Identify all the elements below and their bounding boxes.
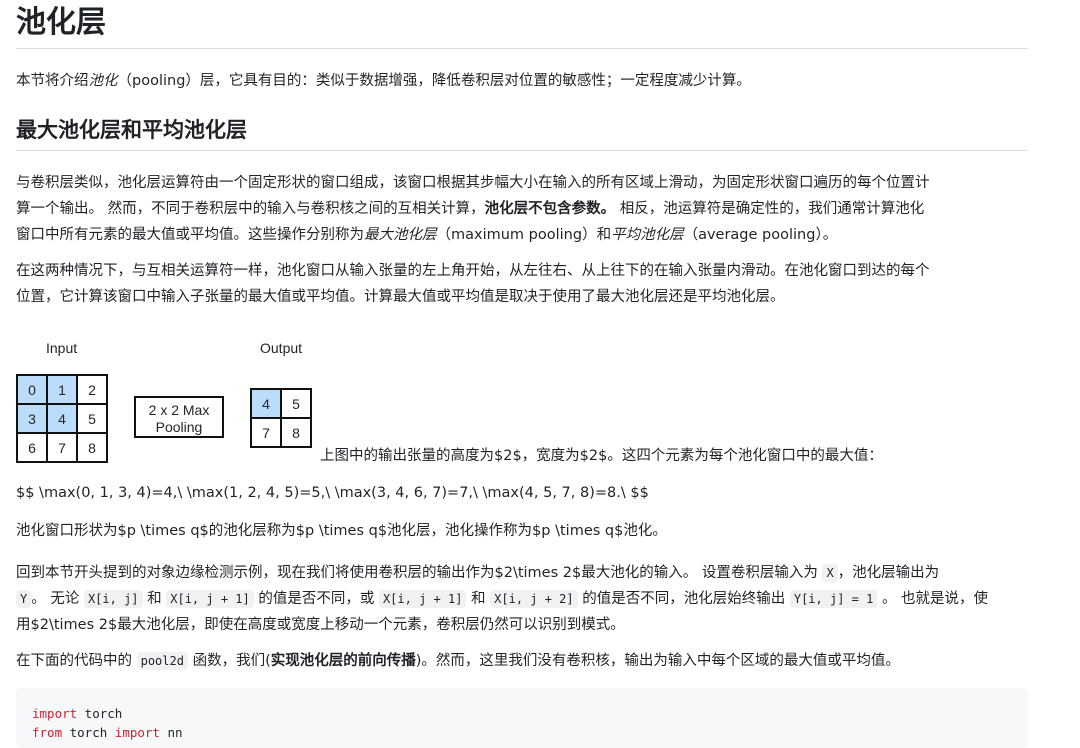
intro-text: 本节将介绍 bbox=[16, 73, 89, 89]
inline-code: X bbox=[822, 564, 838, 582]
para5-bold: 实现池化层的前向传播 bbox=[270, 653, 416, 669]
code-line: import torch bbox=[32, 704, 1012, 723]
para2-line1: 在这两种情况下，与互相关运算符一样，池化窗口从输入张量的左上角开始，从左往右、从… bbox=[16, 263, 930, 279]
formula-paragraph: $$ \max(0, 1, 3, 4)=4,\ \max(1, 2, 4, 5)… bbox=[16, 480, 1028, 506]
para1-line2-b: 相反，池运算符是确定性的，我们通常计算池化 bbox=[615, 201, 925, 217]
input-cell: 4 bbox=[46, 403, 78, 434]
inline-code: pool2d bbox=[136, 652, 188, 670]
code-keyword: import bbox=[32, 706, 78, 721]
page: 池化层 本节将介绍池化（pooling）层，它具有目的：类似于数据增强，降低卷积… bbox=[16, 0, 1028, 748]
code-line: from torch import nn bbox=[32, 723, 1012, 742]
inline-code: X[i, j + 2] bbox=[490, 590, 578, 608]
para4-text: 回到本节开头提到的对象边缘检测示例，现在我们将使用卷积层的输出作为$2\time… bbox=[16, 565, 818, 581]
para1-line3-c: （average pooling）。 bbox=[683, 227, 838, 243]
para4-text: 。 无论 bbox=[31, 591, 80, 607]
para1-line2-a: 算一个输出。 然而，不同于卷积层中的输入与卷积核之间的互相关计算， bbox=[16, 201, 485, 217]
para4-text: ，池化层输出为 bbox=[837, 565, 940, 581]
input-cell: 0 bbox=[16, 374, 48, 405]
pooling-box-line2: Pooling bbox=[155, 419, 203, 435]
output-label: Output bbox=[260, 340, 303, 356]
para3-text: 池化窗口形状为$p \times q$的池化层称为$p \times q$池化层… bbox=[16, 523, 667, 539]
paragraph-3: 池化窗口形状为$p \times q$的池化层称为$p \times q$池化层… bbox=[16, 518, 1028, 544]
pooling-operation-box: 2 x 2 Max Pooling bbox=[134, 396, 224, 438]
page-title: 池化层 bbox=[16, 0, 1028, 49]
output-cell: 7 bbox=[250, 417, 282, 448]
paragraph-1: 与卷积层类似，池化层运算符由一个固定形状的窗口组成，该窗口根据其步幅大小在输入的… bbox=[16, 170, 1028, 248]
inline-code: X[i, j + 1] bbox=[166, 590, 254, 608]
input-cell: 7 bbox=[46, 432, 78, 463]
para1-line3-b: （maximum pooling）和 bbox=[436, 227, 612, 243]
output-cell: 4 bbox=[250, 388, 282, 419]
term-max-pooling: 最大池化层 bbox=[364, 227, 437, 243]
input-grid: 0 1 2 3 4 5 6 7 8 bbox=[16, 374, 108, 463]
code-keyword: from bbox=[32, 725, 63, 740]
input-cell: 1 bbox=[46, 374, 78, 405]
input-cell: 2 bbox=[76, 374, 108, 405]
output-grid: 4 5 7 8 bbox=[250, 388, 312, 448]
para4-text: 的值是否不同，池化层始终输出 bbox=[582, 591, 786, 607]
input-label: Input bbox=[46, 340, 78, 356]
inline-code: Y[i, j] = 1 bbox=[789, 590, 878, 608]
paragraph-5: 在下面的代码中的 pool2d 函数，我们(实现池化层的前向传播)。然而，这里我… bbox=[16, 648, 1028, 674]
para5-text: 函数，我们( bbox=[192, 653, 271, 669]
input-cell: 5 bbox=[76, 403, 108, 434]
section-heading: 最大池化层和平均池化层 bbox=[16, 116, 1028, 151]
para4-text: 和 bbox=[147, 591, 162, 607]
para1-line3-a: 窗口中所有元素的最大值或平均值。这些操作分别称为 bbox=[16, 227, 364, 243]
output-cell: 8 bbox=[280, 417, 312, 448]
input-cell: 8 bbox=[76, 432, 108, 463]
output-cell: 5 bbox=[280, 388, 312, 419]
para1-line1: 与卷积层类似，池化层运算符由一个固定形状的窗口组成，该窗口根据其步幅大小在输入的… bbox=[16, 175, 930, 191]
code-keyword: import bbox=[114, 725, 160, 740]
figure-caption: 上图中的输出张量的高度为$2$，宽度为$2$。这四个元素为每个池化窗口中的最大值… bbox=[320, 448, 883, 464]
code-text: nn bbox=[159, 725, 183, 740]
para4-text: 。 也就是说，使 bbox=[881, 591, 989, 607]
para4-text: 和 bbox=[471, 591, 486, 607]
input-cell: 6 bbox=[16, 432, 48, 463]
term-avg-pooling: 平均池化层 bbox=[611, 227, 684, 243]
intro-text-rest: （pooling）层，它具有目的：类似于数据增强，降低卷积层对位置的敏感性；一定… bbox=[117, 73, 751, 89]
code-text: torch bbox=[77, 706, 123, 721]
inline-code: Y bbox=[16, 590, 32, 608]
pooling-box-line1: 2 x 2 Max bbox=[148, 402, 210, 418]
para5-text: 在下面的代码中的 bbox=[16, 653, 132, 669]
code-block[interactable]: import torch from torch import nn bbox=[16, 688, 1028, 748]
para4-text: 用$2\times 2$最大池化层，即使在高度或宽度上移动一个元素，卷积层仍然可… bbox=[16, 617, 625, 633]
formula: $$ \max(0, 1, 3, 4)=4,\ \max(1, 2, 4, 5)… bbox=[16, 485, 649, 501]
paragraph-2: 在这两种情况下，与互相关运算符一样，池化窗口从输入张量的左上角开始，从左往右、从… bbox=[16, 258, 1028, 310]
inline-code: X[i, j + 1] bbox=[378, 590, 467, 608]
para5-text: )。然而，这里我们没有卷积核，输出为输入中每个区域的最大值或平均值。 bbox=[415, 653, 900, 669]
input-cell: 3 bbox=[16, 403, 48, 434]
intro-term: 池化 bbox=[88, 73, 118, 89]
inline-code: X[i, j] bbox=[83, 590, 143, 608]
intro-paragraph: 本节将介绍池化（pooling）层，它具有目的：类似于数据增强，降低卷积层对位置… bbox=[16, 68, 1028, 94]
para4-text: 的值是否不同，或 bbox=[258, 591, 375, 607]
pooling-figure: Input Output 0 1 2 3 4 5 6 7 8 2 x 2 Max… bbox=[16, 336, 1028, 464]
paragraph-4: 回到本节开头提到的对象边缘检测示例，现在我们将使用卷积层的输出作为$2\time… bbox=[16, 560, 1028, 638]
code-text: torch bbox=[62, 725, 115, 740]
para1-bold: 池化层不包含参数。 bbox=[484, 201, 616, 217]
para2-line2: 位置，它计算该窗口中输入子张量的最大值或平均值。计算最大值或平均值是取决于使用了… bbox=[16, 289, 785, 305]
